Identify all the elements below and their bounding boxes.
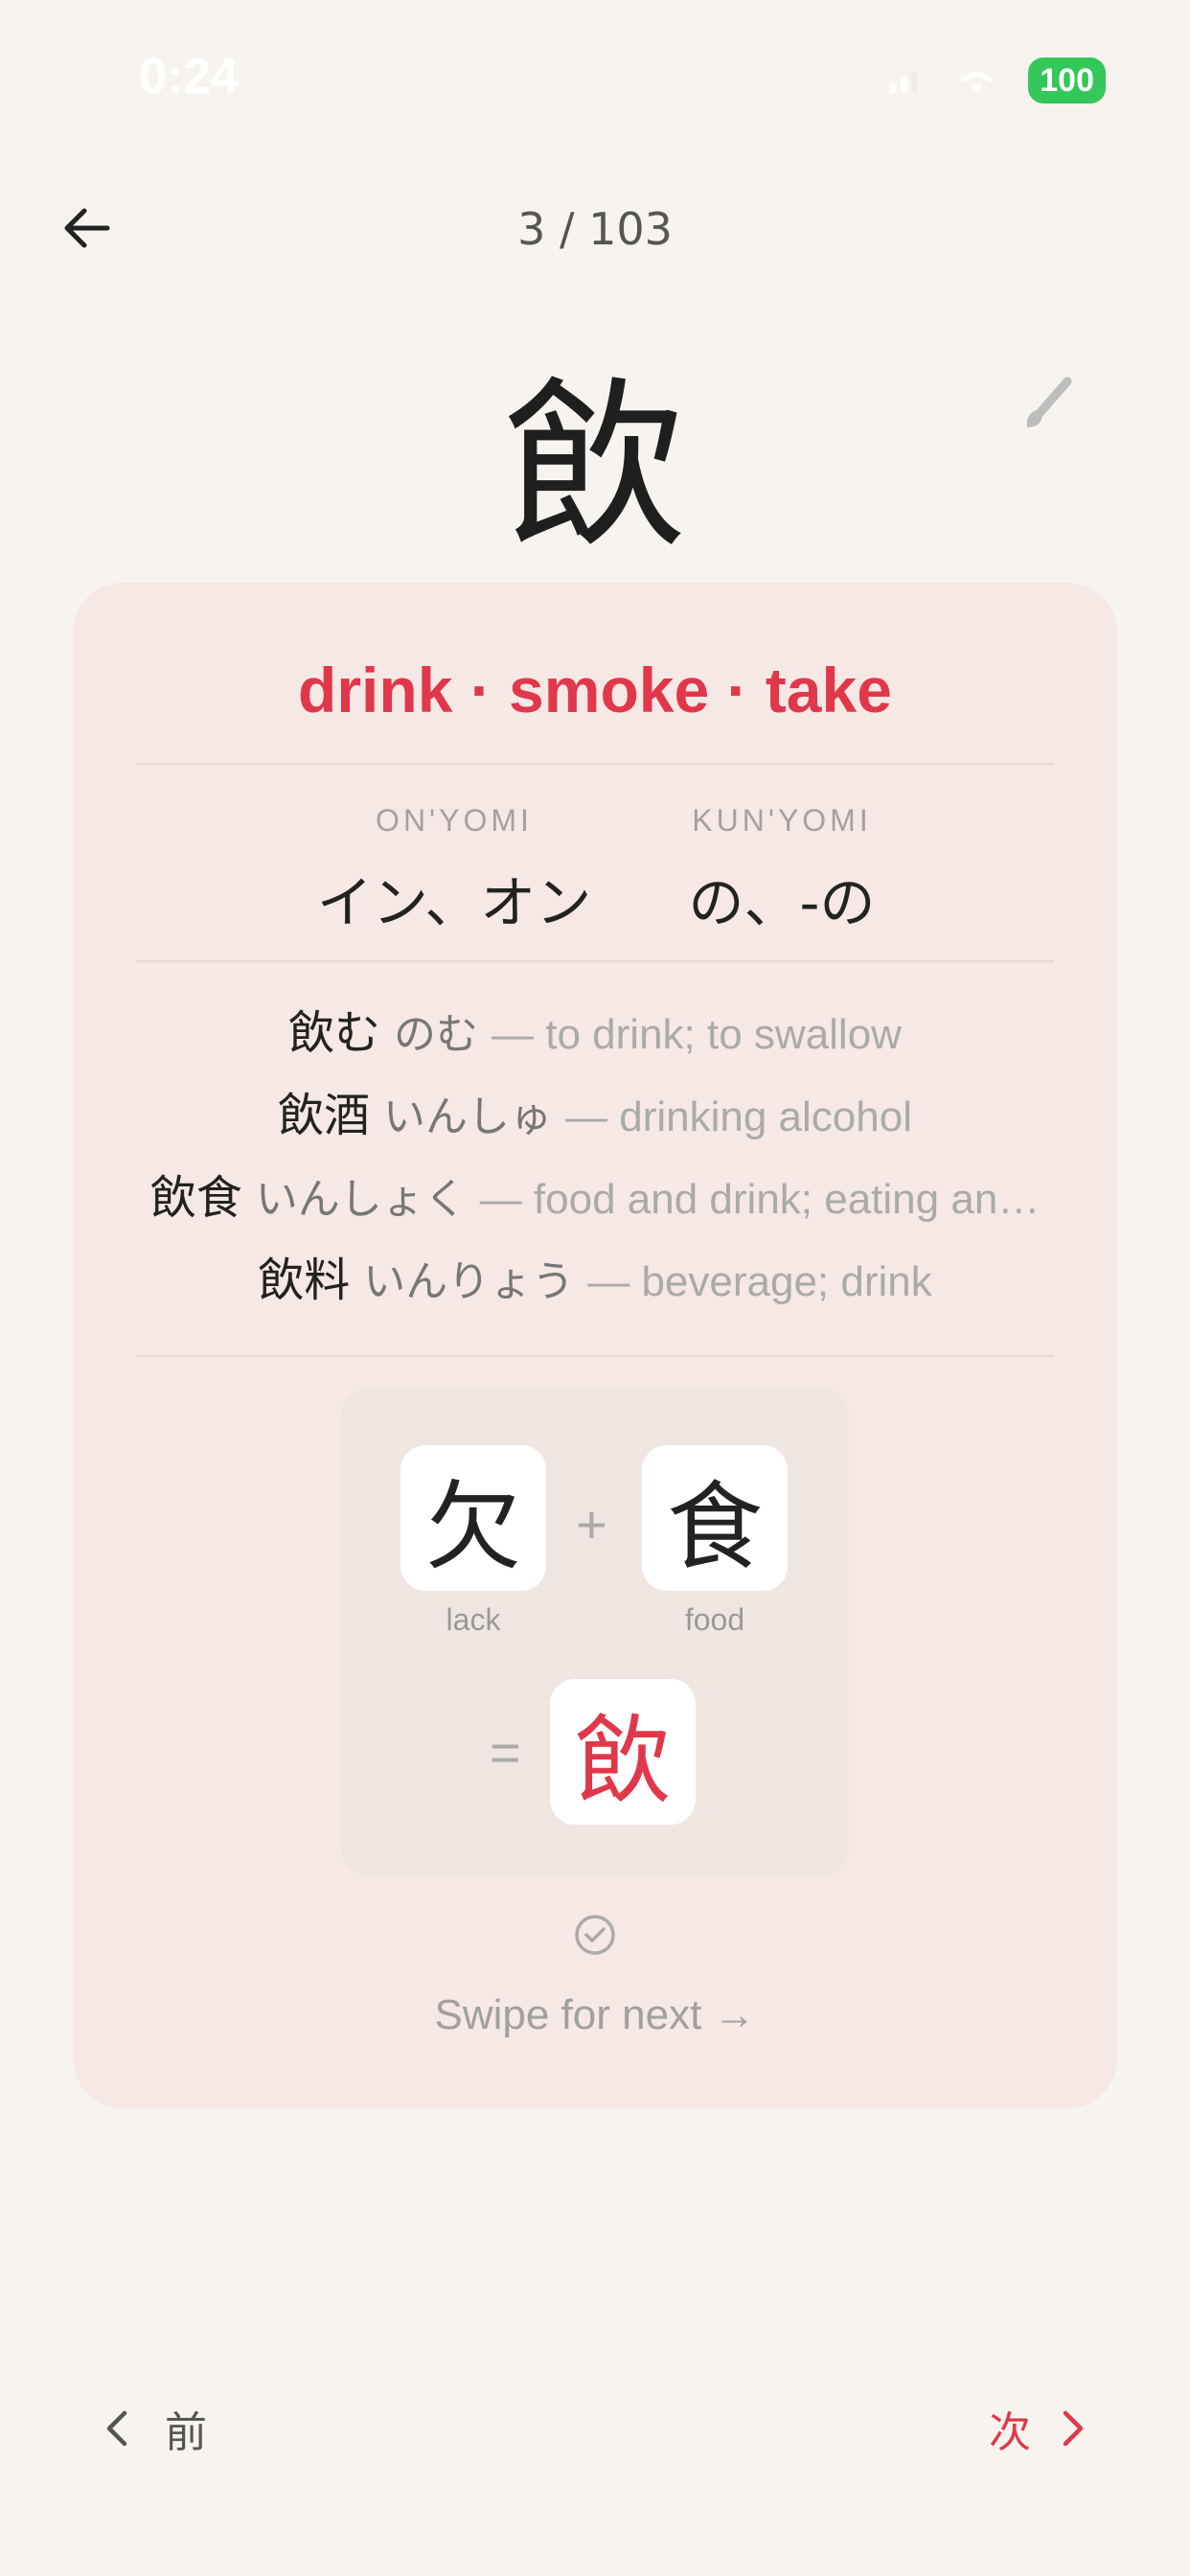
divider — [136, 763, 1054, 765]
divider — [136, 1355, 1054, 1357]
check-circle-icon — [575, 1915, 615, 1955]
progress-counter: 3 / 103 — [517, 203, 673, 255]
stroke-order-button[interactable] — [1016, 374, 1077, 435]
next-button[interactable]: 次 — [989, 2398, 1087, 2459]
component-breakdown: 欠 lack + 食 food = 飲 — [341, 1388, 849, 1876]
vocab-word: 飲む — [288, 1006, 381, 1060]
wifi-icon — [962, 72, 993, 93]
meanings: drink · smoke · take — [298, 655, 892, 725]
chevron-left-icon — [106, 2410, 127, 2447]
brush-icon — [1026, 377, 1072, 427]
signal-icon — [890, 72, 919, 93]
vocab-word: 飲酒 — [278, 1089, 371, 1142]
kunyomi-label: KUN'YOMI — [692, 803, 872, 838]
vocab-reading: のむ — [394, 1010, 479, 1059]
vocab-reading: いんしょく — [255, 1175, 467, 1224]
vocab-meaning: — drinking alcohol — [565, 1093, 912, 1140]
next-label: 次 — [989, 2408, 1031, 2457]
vocab-reading: いんしゅ — [383, 1092, 553, 1141]
onyomi-value: イン、オン — [316, 870, 592, 935]
status-time: 0:24 — [139, 49, 240, 104]
component-label: food — [684, 1602, 745, 1637]
vocab-word: 飲料 — [258, 1254, 351, 1307]
vocab-word: 飲食 — [149, 1171, 242, 1225]
component-label: lack — [446, 1602, 501, 1637]
onyomi: ON'YOMI イン、オン — [282, 803, 627, 938]
kanji-character: 飲 — [503, 361, 686, 573]
vocab-item[interactable]: 飲料 いんりょう — beverage; drink — [73, 1252, 1117, 1311]
vocab-meaning: — food and drink; eating an… — [479, 1176, 1041, 1223]
vocab-item[interactable]: 飲酒 いんしゅ — drinking alcohol — [73, 1087, 1117, 1146]
vocab-reading: いんりょう — [363, 1257, 575, 1306]
component-tile[interactable]: 欠 — [400, 1445, 546, 1591]
result-tile: 飲 — [550, 1679, 696, 1825]
chevron-right-icon — [1063, 2410, 1084, 2447]
vocab-meaning: — to drink; to swallow — [492, 1011, 902, 1058]
component-tile[interactable]: 食 — [642, 1445, 788, 1591]
kunyomi-value: の、-の — [688, 870, 876, 935]
kunyomi: KUN'YOMI の、-の — [609, 803, 954, 938]
vocab-meaning: — beverage; drink — [587, 1258, 932, 1305]
vocab-item[interactable]: 飲食 いんしょく — food and drink; eating an… — [73, 1169, 1117, 1229]
swipe-hint: Swipe for next → — [434, 1991, 756, 2038]
battery-indicator: 100 — [1028, 58, 1106, 104]
previous-label: 前 — [165, 2408, 207, 2457]
plus-sign: + — [576, 1494, 607, 1554]
kanji-card[interactable]: drink · smoke · take ON'YOMI イン、オン KUN'Y… — [73, 583, 1117, 2108]
equals-sign: = — [490, 1722, 521, 1782]
status-icons: 100 — [888, 58, 1106, 104]
previous-button[interactable]: 前 — [103, 2398, 207, 2459]
onyomi-label: ON'YOMI — [376, 803, 533, 838]
divider — [136, 960, 1054, 962]
vocab-item[interactable]: 飲む のむ — to drink; to swallow — [73, 1004, 1117, 1064]
